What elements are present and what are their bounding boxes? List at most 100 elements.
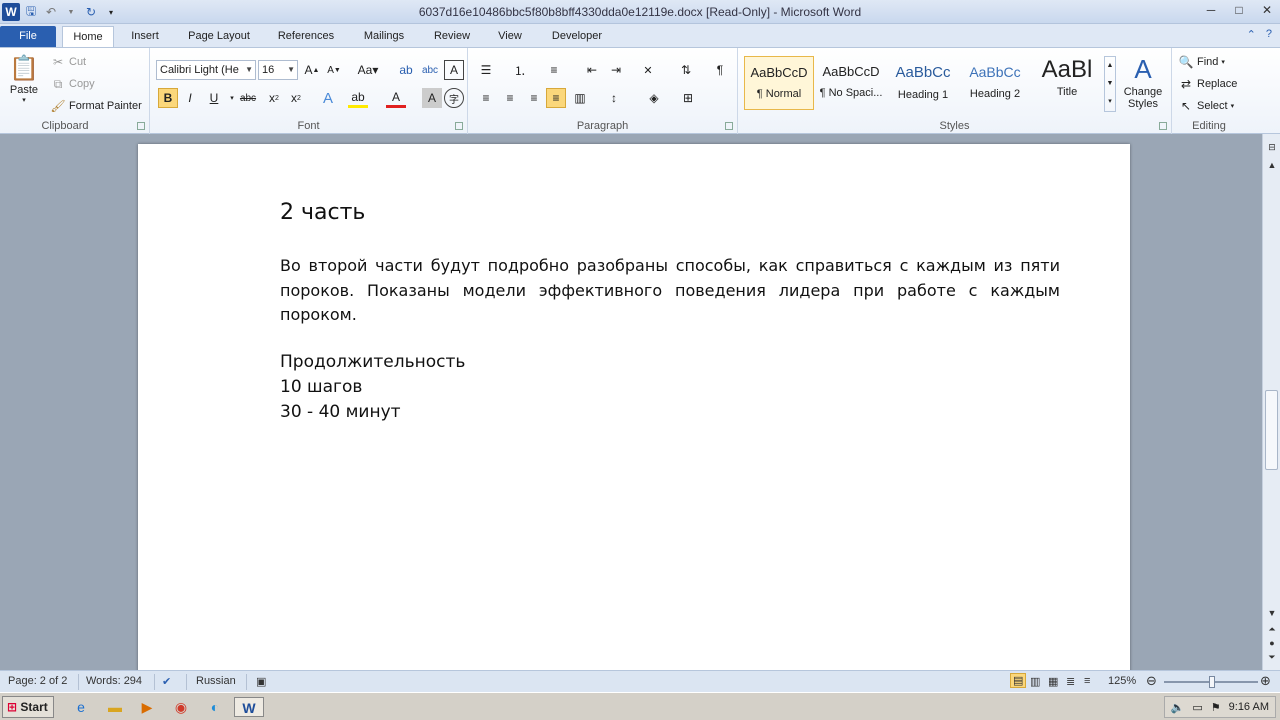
browse-object-icon[interactable]: ● bbox=[1264, 638, 1280, 652]
font-family-combo[interactable]: Calibri Light (He ▼ bbox=[156, 60, 256, 80]
page-count[interactable]: Page: 2 of 2 bbox=[8, 675, 67, 687]
edge-icon[interactable]: ◐ bbox=[204, 697, 226, 717]
character-shading-icon[interactable]: A bbox=[422, 88, 442, 108]
align-right-icon[interactable]: ≡ bbox=[524, 88, 544, 108]
align-center-icon[interactable]: ≡ bbox=[500, 88, 520, 108]
folder-icon[interactable]: ▬ bbox=[104, 697, 126, 717]
word-taskbar-icon[interactable]: W bbox=[234, 697, 264, 717]
duration-label[interactable]: Продолжительность bbox=[280, 350, 465, 375]
sort-icon[interactable]: ⇅ bbox=[676, 60, 696, 80]
show-formatting-icon[interactable]: ¶ bbox=[710, 60, 730, 80]
select-button[interactable]: ↖ Select ▾ bbox=[1178, 98, 1234, 114]
draft-icon[interactable]: ≡ bbox=[1084, 675, 1090, 687]
subscript-icon[interactable]: x2 bbox=[264, 88, 284, 108]
change-case-icon[interactable]: Aa▾ bbox=[354, 60, 382, 80]
document-paragraph[interactable]: Во второй части будут подробно разобраны… bbox=[280, 254, 1060, 328]
text-effects-icon[interactable]: A bbox=[318, 88, 338, 108]
tab-home[interactable]: Home bbox=[62, 26, 114, 48]
line-spacing-icon[interactable]: ↕ bbox=[604, 88, 624, 108]
dialog-launcher-icon[interactable] bbox=[455, 122, 463, 130]
multilevel-list-icon[interactable]: ≡ bbox=[544, 60, 564, 80]
dialog-launcher-icon[interactable] bbox=[137, 122, 145, 130]
full-screen-reading-icon[interactable]: ▥ bbox=[1030, 675, 1040, 688]
maximize-button[interactable]: □ bbox=[1230, 1, 1248, 19]
bold-icon[interactable]: B bbox=[158, 88, 178, 108]
minimize-ribbon-icon[interactable]: ⌃ bbox=[1247, 28, 1256, 41]
tab-page-layout[interactable]: Page Layout bbox=[180, 26, 258, 48]
styles-scroll[interactable]: ▲ ▼ ▾ bbox=[1104, 56, 1116, 112]
zoom-in-icon[interactable]: ⊕ bbox=[1260, 673, 1271, 689]
scroll-up-icon[interactable]: ▲ bbox=[1264, 160, 1280, 174]
tab-insert[interactable]: Insert bbox=[124, 26, 166, 48]
tab-mailings[interactable]: Mailings bbox=[354, 26, 414, 48]
justify-icon[interactable]: ≡ bbox=[546, 88, 566, 108]
character-border-icon[interactable]: A bbox=[444, 60, 464, 80]
numbering-icon[interactable]: ⒈ bbox=[510, 60, 530, 80]
language-indicator[interactable]: Russian bbox=[196, 675, 236, 687]
superscript-icon[interactable]: x2 bbox=[286, 88, 306, 108]
proofing-icon[interactable]: ✔ bbox=[162, 675, 171, 688]
find-button[interactable]: 🔍 Find ▾ bbox=[1178, 54, 1225, 70]
style-heading-2[interactable]: AaBbCc Heading 2 bbox=[960, 56, 1030, 110]
replace-button[interactable]: ⇄ Replace bbox=[1178, 76, 1237, 92]
phonetic-guide-icon[interactable]: abc bbox=[420, 60, 440, 80]
paste-button[interactable]: 📋 Paste ▾ bbox=[6, 52, 42, 105]
scroll-down-icon[interactable]: ▼ bbox=[1264, 608, 1280, 622]
tab-view[interactable]: View bbox=[490, 26, 530, 48]
decrease-indent-icon[interactable]: ⇤ bbox=[582, 60, 602, 80]
shrink-font-icon[interactable]: A ▼ bbox=[324, 60, 344, 80]
help-icon[interactable]: ? bbox=[1266, 28, 1272, 41]
word-count[interactable]: Words: 294 bbox=[86, 675, 142, 687]
bullets-icon[interactable]: ☰ bbox=[476, 60, 496, 80]
document-area[interactable]: 2 часть Во второй части будут подробно р… bbox=[0, 134, 1262, 670]
minimize-button[interactable]: ─ bbox=[1202, 1, 1220, 19]
time-line[interactable]: 30 - 40 минут bbox=[280, 400, 465, 425]
tab-developer[interactable]: Developer bbox=[544, 26, 610, 48]
scroll-thumb[interactable] bbox=[1265, 390, 1278, 470]
steps-line[interactable]: 10 шагов bbox=[280, 375, 465, 400]
font-size-combo[interactable]: 16 ▼ bbox=[258, 60, 298, 80]
style-normal[interactable]: AaBbCcD ¶ Normal bbox=[744, 56, 814, 110]
align-left-icon[interactable]: ≡ bbox=[476, 88, 496, 108]
italic-icon[interactable]: I bbox=[180, 88, 200, 108]
borders-icon[interactable]: ⊞ bbox=[678, 88, 698, 108]
ie-icon[interactable]: e bbox=[70, 697, 92, 717]
tab-file[interactable]: File bbox=[0, 26, 56, 48]
style-no-spacing[interactable]: AaBbCcD ¶ No Spaci... bbox=[816, 56, 886, 110]
distributed-icon[interactable]: ▥ bbox=[570, 88, 590, 108]
print-layout-icon[interactable]: ▤ bbox=[1010, 673, 1027, 688]
media-player-icon[interactable]: ▶ bbox=[136, 697, 158, 717]
highlight-icon[interactable]: ab bbox=[348, 88, 368, 108]
clock[interactable]: 9:16 AM bbox=[1229, 701, 1269, 713]
next-page-icon[interactable]: ⏷ bbox=[1264, 652, 1280, 666]
clear-formatting-icon[interactable]: ab bbox=[396, 60, 416, 80]
document-details[interactable]: Продолжительность 10 шагов 30 - 40 минут bbox=[280, 350, 465, 425]
document-heading[interactable]: 2 часть bbox=[280, 200, 365, 225]
dialog-launcher-icon[interactable] bbox=[725, 122, 733, 130]
change-styles-button[interactable]: A Change Styles bbox=[1118, 52, 1168, 110]
tab-review[interactable]: Review bbox=[426, 26, 478, 48]
dialog-launcher-icon[interactable] bbox=[1159, 122, 1167, 130]
copy-button[interactable]: ⧉ Copy bbox=[50, 76, 95, 92]
chrome-icon[interactable]: ◉ bbox=[170, 697, 192, 717]
zoom-slider-thumb[interactable] bbox=[1209, 676, 1215, 688]
vertical-scrollbar[interactable]: ⊟ ▲ ▼ ⏶ ● ⏷ bbox=[1262, 134, 1280, 670]
style-heading-1[interactable]: AaBbCc Heading 1 bbox=[888, 56, 958, 110]
outline-icon[interactable]: ≣ bbox=[1066, 675, 1075, 688]
zoom-out-icon[interactable]: ⊖ bbox=[1146, 673, 1157, 689]
cut-button[interactable]: ✂ Cut bbox=[50, 54, 86, 70]
shading-icon[interactable]: ◈ bbox=[644, 88, 664, 108]
macro-record-icon[interactable]: ▣ bbox=[256, 675, 266, 688]
underline-icon[interactable]: U bbox=[204, 88, 224, 108]
ruler-toggle-icon[interactable]: ⊟ bbox=[1264, 142, 1280, 156]
asian-layout-icon[interactable]: ✕ bbox=[638, 60, 658, 80]
previous-page-icon[interactable]: ⏶ bbox=[1264, 624, 1280, 638]
document-page[interactable]: 2 часть Во второй части будут подробно р… bbox=[138, 144, 1130, 670]
style-title[interactable]: AaBl Title bbox=[1032, 56, 1102, 110]
font-color-icon[interactable]: A bbox=[386, 88, 406, 108]
network-icon[interactable]: ▭ bbox=[1192, 701, 1202, 714]
increase-indent-icon[interactable]: ⇥ bbox=[606, 60, 626, 80]
web-layout-icon[interactable]: ▦ bbox=[1048, 675, 1058, 688]
grow-font-icon[interactable]: A ▲ bbox=[302, 60, 322, 80]
tab-references[interactable]: References bbox=[270, 26, 342, 48]
